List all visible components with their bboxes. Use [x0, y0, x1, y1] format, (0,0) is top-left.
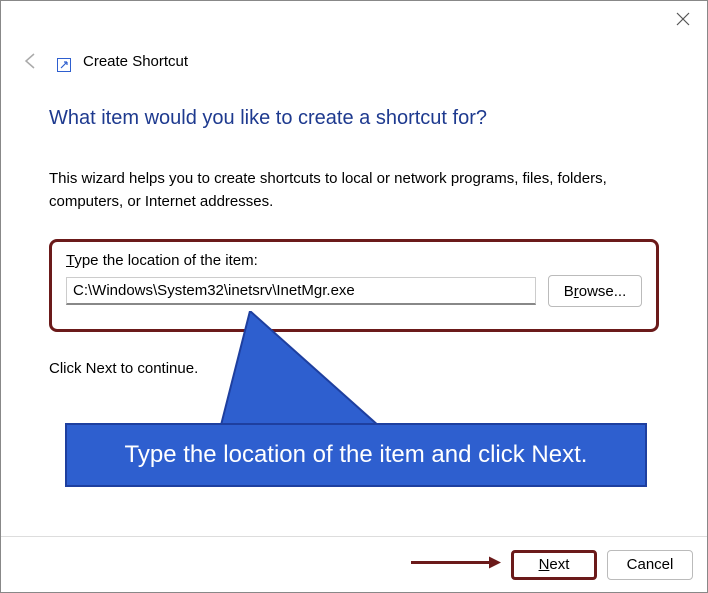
wizard-header: Create Shortcut: [1, 39, 707, 79]
wizard-title: Create Shortcut: [83, 53, 188, 70]
annotation-text: Type the location of the item and click …: [125, 441, 588, 469]
annotation-highlight-box: Type the location of the item: Browse...: [49, 239, 659, 332]
location-row: Browse...: [66, 275, 642, 307]
cancel-button[interactable]: Cancel: [607, 550, 693, 580]
back-arrow-icon[interactable]: [19, 49, 43, 73]
annotation-callout: Type the location of the item and click …: [65, 423, 647, 487]
page-heading: What item would you like to create a sho…: [49, 107, 659, 130]
continue-hint: Click Next to continue.: [49, 360, 659, 377]
location-label: Type the location of the item:: [66, 252, 258, 269]
location-input[interactable]: [66, 277, 536, 305]
close-icon[interactable]: [673, 9, 693, 29]
wizard-footer: Next Cancel: [1, 536, 707, 592]
annotation-arrow-icon: [411, 554, 501, 575]
titlebar: [1, 1, 707, 39]
main-content: What item would you like to create a sho…: [1, 79, 707, 377]
wizard-description: This wizard helps you to create shortcut…: [49, 168, 659, 213]
shortcut-icon: [57, 58, 71, 72]
browse-button[interactable]: Browse...: [548, 275, 642, 307]
next-button[interactable]: Next: [511, 550, 597, 580]
